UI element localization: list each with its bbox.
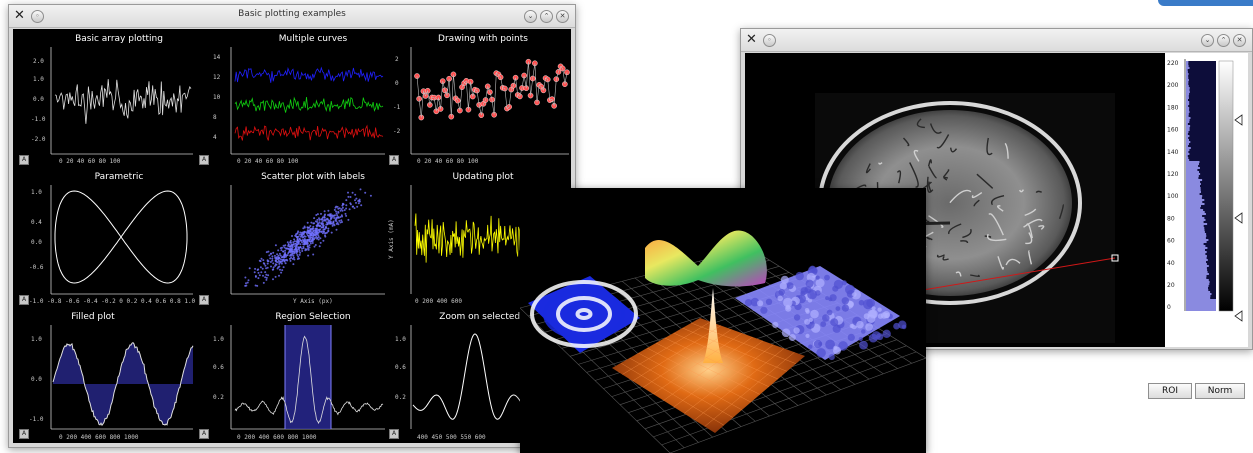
histogram-tick: 60 <box>1167 238 1175 245</box>
svg-text:8: 8 <box>213 114 217 121</box>
corner-accent <box>1158 0 1253 6</box>
window-title: Basic plotting examples <box>238 9 346 19</box>
svg-text:0 200 400 600 800 10: 0 200 400 600 800 1000 <box>237 434 317 441</box>
svg-text:-2.0: -2.0 <box>31 136 46 143</box>
histogram-tick: 40 <box>1167 260 1175 267</box>
histogram-tick: 0 <box>1167 304 1171 311</box>
auto-range-button[interactable]: A <box>389 155 399 165</box>
surface-3d-view[interactable] <box>520 188 926 453</box>
plot-title: Drawing with points <box>438 34 528 44</box>
roi-button[interactable]: ROI <box>1148 383 1192 399</box>
svg-text:-0.6: -0.6 <box>29 264 44 271</box>
svg-text:0.2: 0.2 <box>395 394 406 401</box>
basic-array-curve <box>54 79 192 124</box>
tick-labels: 2.0 1.0 0.0 -1.0 -2.0 14 12 10 8 4 2 0 -1 -2 1.0 0.4… <box>29 54 486 441</box>
svg-text:1.0: 1.0 <box>33 76 44 83</box>
svg-text:0.0: 0.0 <box>33 96 44 103</box>
plotting-window-titlebar[interactable]: ✕ ◦ Basic plotting examples ⌄ ⌃ ✕ <box>9 5 575 28</box>
svg-text:10: 10 <box>213 94 221 101</box>
plots-canvas: Basic array plotting Multiple curves Dra… <box>29 34 570 441</box>
svg-text:12: 12 <box>213 74 221 81</box>
svg-text:0 20 40 60 80 1: 0 20 40 60 80 100 <box>417 158 479 165</box>
svg-text:4: 4 <box>213 134 217 141</box>
histogram-tick: 140 <box>1167 149 1179 156</box>
auto-range-button[interactable]: A <box>199 295 209 305</box>
svg-text:-1.0: -1.0 <box>29 416 44 423</box>
saddle-surface <box>645 230 767 287</box>
svg-text:1.0: 1.0 <box>395 336 406 343</box>
svg-text:0.2: 0.2 <box>213 394 224 401</box>
svg-text:0.6: 0.6 <box>395 364 406 371</box>
svg-text:-1.0 -0.8 -0.6 -0.4 -0.2 0 0: -1.0 -0.8 -0.6 -0.4 -0.2 0 0.2 0.4 0.6 0… <box>29 298 196 305</box>
svg-text:0 200 400 600 800 10: 0 200 400 600 800 1000 <box>59 434 139 441</box>
auto-range-button[interactable]: A <box>19 155 29 165</box>
plot-grid: Basic array plotting Multiple curves Dra… <box>13 29 571 443</box>
svg-text:2.0: 2.0 <box>33 58 44 65</box>
svg-text:0.6: 0.6 <box>213 364 224 371</box>
svg-text:-2: -2 <box>393 128 401 135</box>
svg-text:1.0: 1.0 <box>31 189 42 196</box>
svg-text:0: 0 <box>395 80 399 87</box>
histogram-tick: 20 <box>1167 282 1175 289</box>
norm-button[interactable]: Norm <box>1195 383 1245 399</box>
minimize-button[interactable]: ⌄ <box>524 10 537 23</box>
point-curve <box>414 58 570 121</box>
svg-text:0.4: 0.4 <box>31 219 42 226</box>
auto-range-button[interactable]: A <box>19 295 29 305</box>
region-selection-curve[interactable] <box>234 325 384 429</box>
maximize-button[interactable]: ⌃ <box>1217 34 1230 47</box>
auto-range-button[interactable]: A <box>389 429 399 439</box>
surface-canvas <box>520 230 926 453</box>
svg-text:1.0: 1.0 <box>31 336 42 343</box>
maximize-button[interactable]: ⌃ <box>540 10 553 23</box>
zoom-curve <box>412 333 534 420</box>
histogram-tick: 100 <box>1167 193 1179 200</box>
auto-range-button[interactable]: A <box>19 429 29 439</box>
plot-title: Filled plot <box>71 312 115 322</box>
scatter-ylabel: Y Axis (mA) <box>388 219 395 259</box>
svg-text:0 20 40 60 80 1: 0 20 40 60 80 100 <box>237 158 299 165</box>
plot-title: Scatter plot with labels <box>261 172 365 182</box>
multiple-curves <box>234 66 384 141</box>
svg-text:-1: -1 <box>393 104 401 111</box>
filled-curve <box>52 341 194 427</box>
window-menu-button[interactable]: ◦ <box>763 34 776 47</box>
histogram-tick: 220 <box>1167 60 1179 67</box>
close-button[interactable]: ✕ <box>556 10 569 23</box>
plot-title: Updating plot <box>452 172 514 182</box>
auto-range-button[interactable]: A <box>199 429 209 439</box>
histogram-tick: 200 <box>1167 82 1179 89</box>
close-button[interactable]: ✕ <box>1233 34 1246 47</box>
histogram-tick: 160 <box>1167 127 1179 134</box>
gradient-editor[interactable] <box>1218 60 1234 312</box>
svg-text:2: 2 <box>395 56 399 63</box>
svg-text:400 450 500 550 600: 400 450 500 550 600 <box>417 434 486 441</box>
histogram-tick: 120 <box>1167 171 1179 178</box>
svg-text:0 20 40 60 80 1: 0 20 40 60 80 100 <box>59 158 121 165</box>
parametric-curve <box>54 190 188 284</box>
scatter-xlabel: Y Axis (px) <box>293 298 333 305</box>
plot-title: Basic array plotting <box>75 34 163 44</box>
svg-text:0.0: 0.0 <box>31 239 42 246</box>
plot-title: Zoom on selected r <box>439 312 527 322</box>
scatter-points <box>244 188 372 287</box>
svg-text:-1.0: -1.0 <box>31 116 46 123</box>
svg-text:14: 14 <box>213 54 221 61</box>
svg-text:0.0: 0.0 <box>31 376 42 383</box>
auto-range-button[interactable]: A <box>199 155 209 165</box>
svg-text:1.0: 1.0 <box>213 336 224 343</box>
plotting-window: ✕ ◦ Basic plotting examples ⌄ ⌃ ✕ Basic … <box>8 4 576 448</box>
app-icon: ✕ <box>746 32 757 47</box>
svg-text:0 200 400 600: 0 200 400 600 <box>415 298 462 305</box>
histogram-tick: 180 <box>1167 104 1179 111</box>
plot-title: Multiple curves <box>279 34 348 44</box>
minimize-button[interactable]: ⌄ <box>1201 34 1214 47</box>
plot-title: Region Selection <box>275 312 350 322</box>
histogram-tick: 80 <box>1167 215 1175 222</box>
plot-title: Parametric <box>95 172 144 182</box>
image-viewer-titlebar[interactable]: ✕ ◦ ⌄ ⌃ ✕ <box>741 29 1252 52</box>
